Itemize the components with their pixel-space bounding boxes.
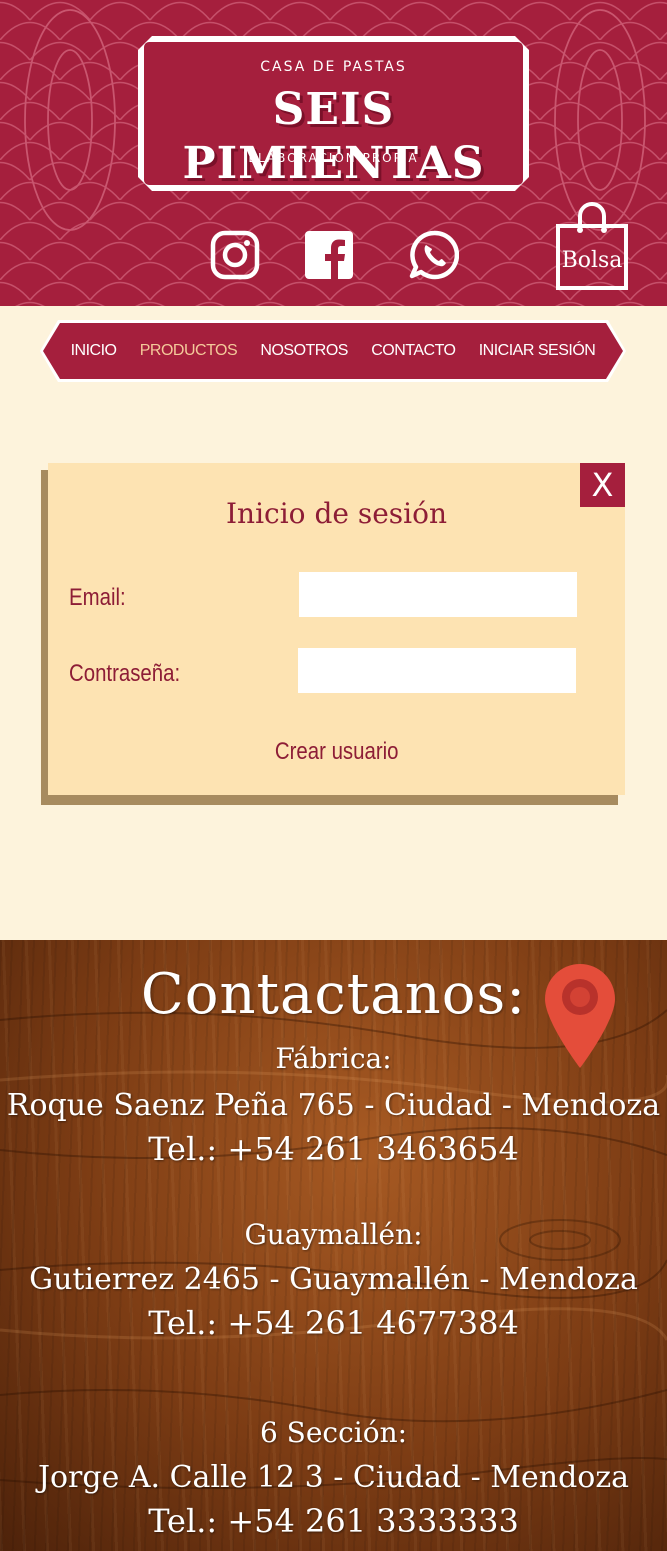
location-name: 6 Sección:: [259, 1416, 408, 1449]
email-field[interactable]: [299, 572, 577, 617]
logo-tagline-top: CASA DE PASTAS: [260, 59, 407, 75]
login-title: Inicio de sesión: [226, 497, 447, 530]
location-phone[interactable]: Tel.: +54 261 3463654: [0, 1130, 667, 1168]
location-phone[interactable]: Tel.: +54 261 3333333: [0, 1502, 667, 1540]
bag-label: Bolsa: [561, 248, 623, 273]
facebook-icon[interactable]: [304, 230, 354, 280]
nav-item-iniciar-sesion[interactable]: INICIAR SESIÓN: [479, 342, 596, 360]
brand-logo[interactable]: CASA DE PASTAS SEIS PIMIENTAS ELABORACIÓ…: [138, 36, 529, 191]
header: CASA DE PASTAS SEIS PIMIENTAS ELABORACIÓ…: [0, 0, 667, 306]
location-address: Gutierrez 2465 - Guaymallén - Mendoza: [29, 1262, 638, 1297]
nav-item-inicio[interactable]: INICIO: [71, 342, 117, 360]
instagram-icon[interactable]: [210, 230, 260, 280]
logo-tagline-bottom: ELABORACIÓN PROPIA: [248, 151, 419, 165]
create-user-label: Crear usuario: [274, 738, 399, 765]
nav-bar: INICIO PRODUCTOS NOSOTROS CONTACTO INICI…: [43, 323, 623, 379]
password-label: Contraseña:: [69, 660, 181, 687]
shopping-bag-button[interactable]: Bolsa: [556, 200, 628, 292]
location-name: Fábrica:: [275, 1042, 392, 1075]
shopping-bag-icon: [556, 202, 628, 290]
email-label: Email:: [69, 584, 126, 611]
location-phone[interactable]: Tel.: +54 261 4677384: [0, 1304, 667, 1342]
logo-brand-name: SEIS PIMIENTAS: [182, 84, 485, 189]
main-nav: INICIO PRODUCTOS NOSOTROS CONTACTO INICI…: [40, 320, 626, 382]
create-user-link[interactable]: Crear usuario: [48, 738, 625, 766]
nav-item-nosotros[interactable]: NOSOTROS: [260, 342, 348, 360]
location-name: Guaymallén:: [244, 1218, 423, 1251]
nav-item-contacto[interactable]: CONTACTO: [371, 342, 455, 360]
password-field[interactable]: [298, 648, 576, 693]
nav-item-productos[interactable]: PRODUCTOS: [140, 342, 237, 360]
whatsapp-icon[interactable]: [409, 230, 459, 280]
location-address: Jorge A. Calle 12 3 - Ciudad - Mendoza: [37, 1460, 630, 1495]
location-address: Roque Saenz Peña 765 - Ciudad - Mendoza: [6, 1088, 661, 1123]
